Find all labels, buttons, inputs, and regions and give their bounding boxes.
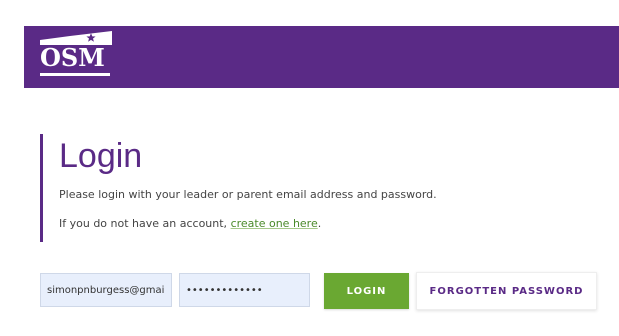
- page-title: Login: [59, 137, 143, 175]
- no-account-prefix: If you do not have an account,: [59, 217, 231, 230]
- password-input[interactable]: [179, 273, 310, 307]
- login-button[interactable]: LOGIN: [324, 273, 409, 309]
- logo-text: OSM: [40, 43, 105, 72]
- login-instructions: Please login with your leader or parent …: [59, 188, 437, 201]
- forgotten-password-button[interactable]: FORGOTTEN PASSWORD: [416, 272, 597, 310]
- logo-underline: [40, 73, 110, 76]
- osm-logo[interactable]: OSM: [40, 31, 112, 79]
- login-page: OSM Login Please login with your leader …: [0, 0, 619, 336]
- no-account-suffix: .: [317, 217, 322, 230]
- create-account-link[interactable]: create one here: [231, 217, 318, 230]
- login-intro: Login Please login with your leader or p…: [40, 134, 437, 242]
- no-account-text: If you do not have an account, create on…: [59, 217, 437, 230]
- site-header: OSM: [24, 26, 619, 88]
- email-input[interactable]: [40, 273, 172, 307]
